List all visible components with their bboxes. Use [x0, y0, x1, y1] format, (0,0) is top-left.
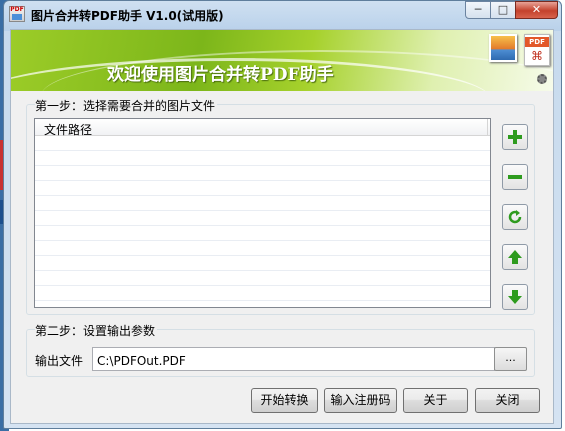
remove-file-button[interactable]: [502, 164, 528, 190]
gear-icon: [537, 74, 547, 84]
enter-registration-button[interactable]: 输入注册码: [324, 388, 397, 413]
banner: 欢迎使用图片合并转PDF助手 PDF ⌘: [11, 30, 553, 91]
minus-icon: [508, 175, 522, 179]
step2-legend: 第二步：设置输出参数: [35, 322, 158, 339]
add-file-button[interactable]: [502, 124, 528, 150]
start-convert-button[interactable]: 开始转换: [251, 388, 318, 413]
list-rows[interactable]: [35, 136, 490, 307]
arrow-up-icon: [508, 250, 522, 264]
refresh-icon: [508, 210, 522, 224]
move-up-button[interactable]: [502, 244, 528, 270]
pdf-icon: PDF ⌘: [524, 34, 550, 66]
title-bar[interactable]: PDF 图片合并转PDF助手 V1.0(试用版) ─ □ ✕: [4, 1, 561, 28]
move-down-button[interactable]: [502, 284, 528, 310]
minimize-button[interactable]: ─: [465, 1, 491, 19]
step1-legend: 第一步：选择需要合并的图片文件: [35, 97, 218, 114]
plus-icon: [508, 130, 522, 144]
maximize-button[interactable]: □: [490, 1, 516, 19]
list-header[interactable]: 文件路径: [35, 119, 490, 137]
image-icon: [489, 34, 517, 62]
output-file-label: 输出文件: [35, 354, 84, 368]
window-title: 图片合并转PDF助手 V1.0(试用版): [31, 9, 224, 23]
browse-button[interactable]: ...: [494, 347, 527, 371]
output-path-input[interactable]: [92, 347, 495, 371]
app-icon: PDF: [9, 6, 25, 22]
file-list[interactable]: 文件路径: [34, 118, 491, 308]
close-window-button[interactable]: ✕: [515, 1, 558, 19]
banner-text: 欢迎使用图片合并转PDF助手: [107, 65, 334, 85]
arrow-down-icon: [508, 290, 522, 304]
app-window: PDF 图片合并转PDF助手 V1.0(试用版) ─ □ ✕ 欢迎使用图片合并转…: [3, 0, 562, 429]
pdf-tag: PDF: [525, 37, 549, 47]
refresh-button[interactable]: [502, 204, 528, 230]
about-button[interactable]: 关于: [403, 388, 468, 413]
close-button[interactable]: 关闭: [475, 388, 540, 413]
